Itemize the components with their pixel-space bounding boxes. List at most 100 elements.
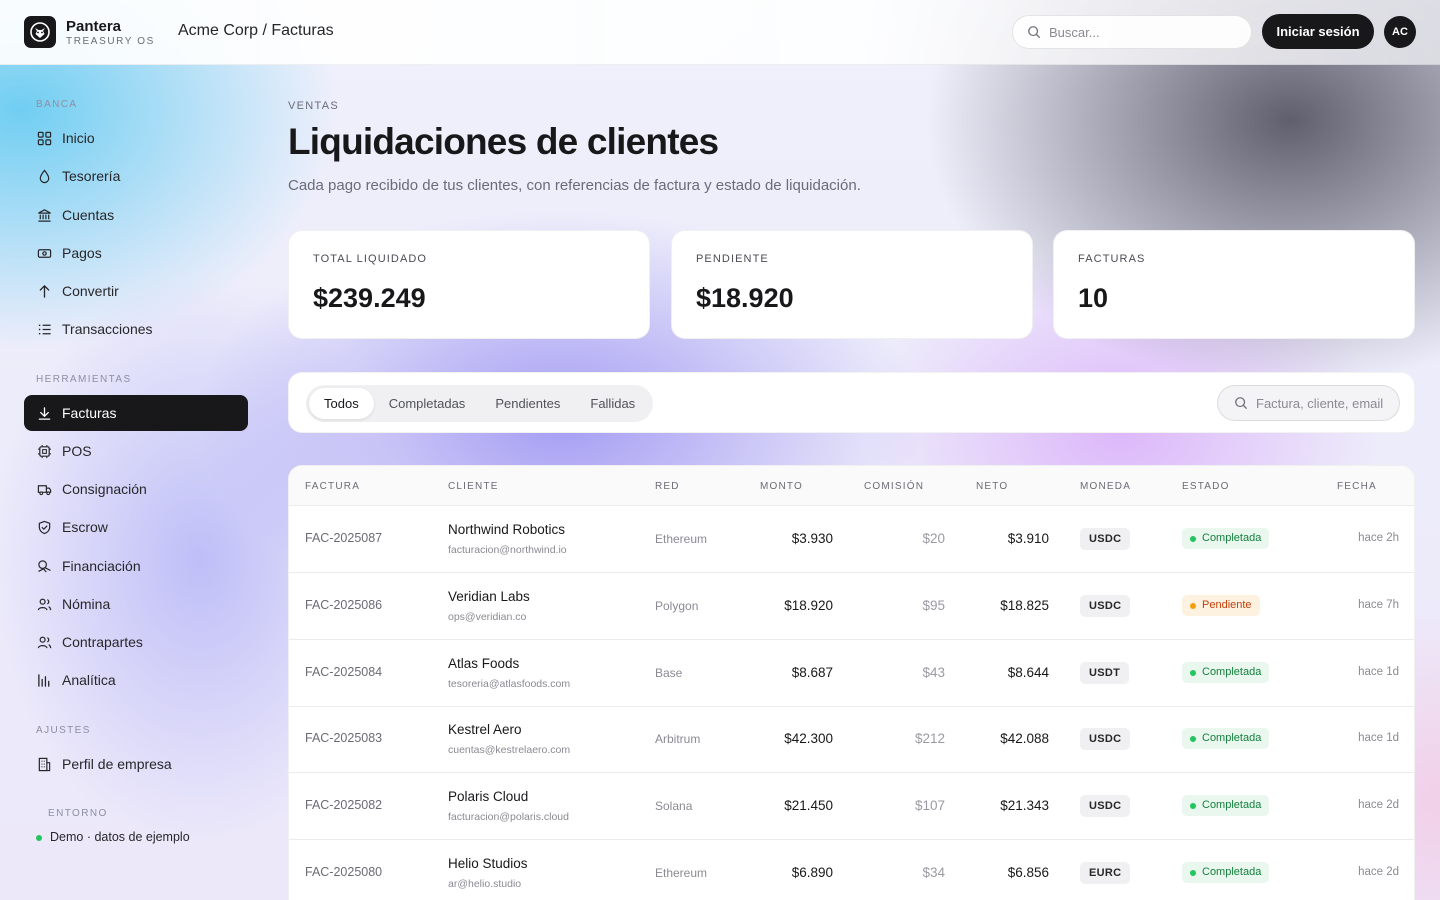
avatar[interactable]: AC [1384,16,1416,48]
sidebar-item-facturas[interactable]: Facturas [24,395,248,431]
column-header[interactable]: MONTO [760,481,803,492]
amount: $3.930 [791,531,833,546]
sidebar-item-label: Nómina [62,596,111,612]
filter-bar: Todos Completadas Pendientes Fallidas [288,372,1415,433]
sidebar-item-label: POS [62,443,92,459]
table-row[interactable]: FAC-2025080 Helio Studios ar@helio.studi… [289,840,1414,900]
sidebar-item-label: Cuentas [62,207,115,223]
status-dot-icon [1190,802,1196,809]
invoice-id: FAC-2025083 [305,731,383,745]
sidebar-item-label: Facturas [62,405,117,421]
network: Ethereum [655,866,708,880]
invoice-id: FAC-2025082 [305,798,383,812]
sidebar-item-financiacion[interactable]: Financiación [24,548,248,584]
network: Polygon [655,599,699,613]
status-dot-icon [1190,535,1196,542]
column-header[interactable]: CLIENTE [448,481,499,492]
sidebar-item-convertir[interactable]: Convertir [24,273,248,309]
page-subtitle: Cada pago recibido de tus clientes, con … [288,177,861,194]
fee: $20 [922,531,945,546]
sidebar-item-nomina[interactable]: Nómina [24,586,248,622]
stat-value: $18.920 [696,283,794,313]
table-header: FACTURA CLIENTE RED MONTO COMISIÓN NETO … [289,466,1414,506]
date: hace 1d [1358,666,1399,678]
global-search[interactable] [1012,15,1252,49]
invoice-id: FAC-2025086 [305,598,383,612]
table-row[interactable]: FAC-2025083 Kestrel Aero cuentas@kestrel… [289,706,1414,773]
table-row[interactable]: FAC-2025086 Veridian Labs ops@veridian.c… [289,573,1414,640]
client-name: Kestrel Aero [448,722,522,737]
status-dot-icon [1190,669,1196,676]
brand-name: Pantera [66,18,122,35]
client-name: Northwind Robotics [448,522,566,537]
column-header[interactable]: RED [655,481,680,492]
column-header[interactable]: ESTADO [1182,481,1230,492]
chip-icon [36,443,52,459]
breadcrumb: Acme Corp / Facturas [178,22,334,39]
table-row[interactable]: FAC-2025084 Atlas Foods tesoreria@atlasf… [289,640,1414,707]
table-row[interactable]: FAC-2025082 Polaris Cloud facturacion@po… [289,773,1414,840]
amount: $42.300 [784,731,833,746]
coins-icon [36,558,52,574]
fee: $95 [922,598,945,613]
sidebar-item-pagos[interactable]: Pagos [24,235,248,271]
sidebar-item-contrapartes[interactable]: Contrapartes [24,624,248,660]
client-name: Helio Studios [448,856,528,871]
logo[interactable] [24,16,56,48]
grid-icon [36,130,52,146]
login-button[interactable]: Iniciar sesión [1262,14,1374,49]
currency-badge: USDC [1080,795,1131,817]
sidebar-item-label: Analítica [62,672,116,688]
sidebar-item-label: Pagos [62,245,102,261]
panther-logo-icon [30,22,50,42]
currency-badge: USDC [1080,595,1131,617]
status-label: Completada [1202,666,1262,678]
column-header[interactable]: FECHA [1337,481,1377,492]
table-search[interactable] [1217,385,1400,421]
sidebar-item-label: Perfil de empresa [62,756,172,772]
sidebar-item-tesoreria[interactable]: Tesorería [24,158,248,194]
status-badge: Completada [1182,795,1270,816]
sidebar-item-transacciones[interactable]: Transacciones [24,311,248,347]
sidebar-item-perfil-empresa[interactable]: Perfil de empresa [24,746,248,782]
date: hace 1d [1358,732,1399,744]
drop-icon [36,168,52,184]
sidebar-item-inicio[interactable]: Inicio [24,120,248,156]
fee: $34 [922,865,945,880]
tab-fallidas[interactable]: Fallidas [575,388,650,419]
sidebar-item-label: Escrow [62,519,108,535]
sidebar: BANCA Inicio Tesorería Cuentas Pagos Con… [0,65,272,900]
client-email: ar@helio.studio [448,878,522,890]
sidebar-item-pos[interactable]: POS [24,433,248,469]
fee: $212 [914,731,945,746]
sidebar-item-consignacion[interactable]: Consignación [24,471,248,507]
status-badge: Completada [1182,862,1270,883]
column-header[interactable]: COMISIÓN [864,481,924,492]
table-search-input[interactable] [1256,395,1386,411]
sidebar-item-escrow[interactable]: Escrow [24,509,248,545]
money-icon [36,245,52,261]
building-icon [36,756,52,772]
environment-indicator: Demo · datos de ejemplo [36,830,190,844]
client-email: facturacion@northwind.io [448,544,567,556]
currency-badge: USDC [1080,528,1131,550]
network: Base [655,666,683,680]
status-dot-icon [1190,735,1196,742]
tab-completadas[interactable]: Completadas [374,388,481,419]
bank-icon [36,207,52,223]
column-header[interactable]: MONEDA [1080,481,1131,492]
global-search-input[interactable] [1049,24,1229,40]
search-icon [1235,397,1247,409]
date: hace 2h [1358,532,1399,544]
sidebar-item-analitica[interactable]: Analítica [24,662,248,698]
brand: Pantera TREASURY OS [66,18,155,48]
tab-pendientes[interactable]: Pendientes [480,388,575,419]
column-header[interactable]: NETO [976,481,1008,492]
table-row[interactable]: FAC-2025087 Northwind Robotics facturaci… [289,506,1414,573]
column-header[interactable]: FACTURA [305,481,360,492]
tab-todos[interactable]: Todos [309,388,374,419]
sidebar-item-label: Inicio [62,130,95,146]
amount: $6.890 [791,865,833,880]
truck-icon [36,481,52,497]
sidebar-item-cuentas[interactable]: Cuentas [24,197,248,233]
